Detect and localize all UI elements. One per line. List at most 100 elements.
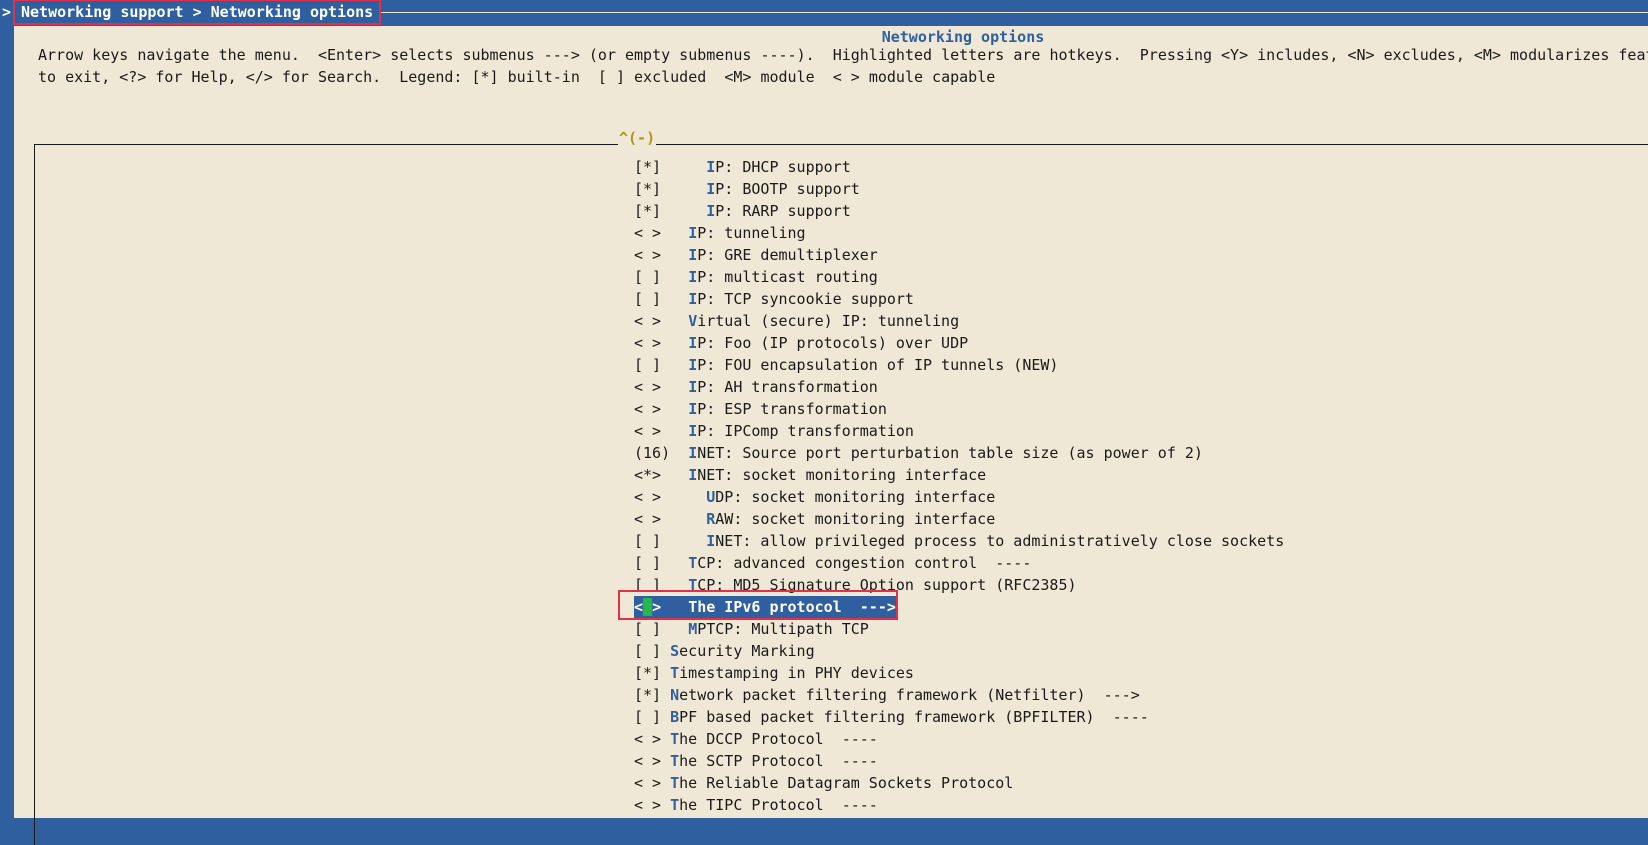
menu-item[interactable]: [*] IP: BOOTP support [634, 178, 1284, 200]
menu-item[interactable]: < > IP: Foo (IP protocols) over UDP [634, 332, 1284, 354]
option-state[interactable]: [ ] [634, 708, 661, 726]
option-state[interactable]: [ ] [634, 268, 661, 286]
option-indent [661, 356, 688, 374]
menu-item[interactable]: [*] Timestamping in PHY devices [634, 662, 1284, 684]
option-label: P: Foo (IP protocols) over UDP [697, 334, 969, 352]
option-state[interactable]: < > [634, 378, 661, 396]
option-indent [661, 488, 706, 506]
option-label: P: AH transformation [697, 378, 878, 396]
option-label: PF based packet filtering framework (BPF… [679, 708, 1149, 726]
menu-item[interactable]: < > RAW: socket monitoring interface [634, 508, 1284, 530]
hotkey-letter: T [670, 730, 680, 748]
option-indent [661, 290, 688, 308]
option-state[interactable]: [*] [634, 158, 661, 176]
option-state[interactable]: [*] [634, 664, 661, 682]
menu-item[interactable]: [ ] IP: FOU encapsulation of IP tunnels … [634, 354, 1284, 376]
hotkey-letter: I [688, 400, 698, 418]
option-state[interactable]: [ ] [634, 356, 661, 374]
option-indent [661, 312, 688, 330]
option-label: CP: MD5 Signature Option support (RFC238… [697, 576, 1077, 594]
option-indent [661, 224, 688, 242]
hotkey-letter: I [688, 290, 698, 308]
option-state[interactable]: (16) [634, 444, 670, 462]
option-state[interactable]: <*> [634, 466, 661, 484]
option-indent [661, 532, 706, 550]
menu-item[interactable]: < > IP: ESP transformation [634, 398, 1284, 420]
option-state[interactable]: [ ] [634, 290, 661, 308]
option-state[interactable]: [ ] [634, 642, 661, 660]
menu-item[interactable]: [ ] TCP: advanced congestion control ---… [634, 552, 1284, 574]
menu-item[interactable]: [ ] INET: allow privileged process to ad… [634, 530, 1284, 552]
option-state[interactable]: < > [634, 400, 661, 418]
help-line-2: to exit, <?> for Help, </> for Search. L… [38, 68, 996, 86]
option-label: he DCCP Protocol ---- [679, 730, 878, 748]
menu-item[interactable]: [*] IP: RARP support [634, 200, 1284, 222]
menu-item[interactable]: < > Virtual (secure) IP: tunneling [634, 310, 1284, 332]
option-label: P: ESP transformation [697, 400, 887, 418]
option-indent [670, 444, 688, 462]
option-state[interactable]: < > [634, 312, 661, 330]
menu-list: [*] IP: DHCP support [*] IP: BOOTP suppor… [634, 156, 1284, 816]
option-state[interactable]: [ ] [634, 620, 661, 638]
option-state[interactable]: [*] [634, 686, 661, 704]
hotkey-letter: I [688, 356, 698, 374]
option-label: P: IPComp transformation [697, 422, 914, 440]
option-label: irtual (secure) IP: tunneling [697, 312, 960, 330]
scroll-up-indicator[interactable]: ^(-) [618, 128, 657, 148]
menu-item[interactable]: < > The TIPC Protocol ---- [634, 794, 1284, 816]
option-state[interactable]: < > [634, 224, 661, 242]
option-indent [661, 686, 670, 704]
hotkey-letter: I [688, 444, 698, 462]
option-state[interactable]: [*] [634, 202, 661, 220]
menu-item[interactable]: < > IP: GRE demultiplexer [634, 244, 1284, 266]
option-indent [661, 576, 688, 594]
option-indent [661, 334, 688, 352]
option-label: NET: socket monitoring interface [697, 466, 987, 484]
menu-item[interactable]: < > The Reliable Datagram Sockets Protoc… [634, 772, 1284, 794]
option-state[interactable]: < > [634, 598, 661, 616]
hotkey-letter: S [670, 642, 680, 660]
menu-item[interactable]: [ ] Security Marking [634, 640, 1284, 662]
menu-item[interactable]: [ ] MPTCP: Multipath TCP [634, 618, 1284, 640]
option-state[interactable]: < > [634, 752, 661, 770]
menu-item[interactable]: < > The SCTP Protocol ---- [634, 750, 1284, 772]
menu-item[interactable]: (16) INET: Source port perturbation tabl… [634, 442, 1284, 464]
option-indent [661, 620, 688, 638]
hotkey-letter: I [688, 268, 698, 286]
option-state[interactable]: [*] [634, 180, 661, 198]
hotkey-letter: B [670, 708, 680, 726]
option-state[interactable]: [ ] [634, 576, 661, 594]
option-state[interactable]: < > [634, 422, 661, 440]
option-indent [661, 202, 706, 220]
option-state[interactable]: [ ] [634, 554, 661, 572]
hotkey-letter: T [688, 598, 698, 616]
menu-item[interactable]: < > IP: IPComp transformation [634, 420, 1284, 442]
menu-item[interactable]: < > IP: AH transformation [634, 376, 1284, 398]
option-indent [661, 796, 670, 814]
title-rule [380, 12, 1648, 13]
menu-item[interactable]: [ ] BPF based packet filtering framework… [634, 706, 1284, 728]
menu-item[interactable]: [*] Network packet filtering framework (… [634, 684, 1284, 706]
menu-item-selected[interactable]: < > The IPv6 protocol ---> [634, 596, 898, 618]
option-state[interactable]: < > [634, 334, 661, 352]
hotkey-letter: I [706, 180, 716, 198]
option-state[interactable]: [ ] [634, 532, 661, 550]
option-indent [661, 378, 688, 396]
option-label: NET: allow privileged process to adminis… [715, 532, 1285, 550]
option-state[interactable]: < > [634, 246, 661, 264]
option-label: PTCP: Multipath TCP [697, 620, 869, 638]
menu-item[interactable]: [ ] IP: multicast routing [634, 266, 1284, 288]
menu-item[interactable]: < > IP: tunneling [634, 222, 1284, 244]
option-state[interactable]: < > [634, 796, 661, 814]
menu-item[interactable]: [ ] IP: TCP syncookie support [634, 288, 1284, 310]
menu-item[interactable]: [ ] TCP: MD5 Signature Option support (R… [634, 574, 1284, 596]
option-state[interactable]: < > [634, 730, 661, 748]
option-state[interactable]: < > [634, 488, 661, 506]
menu-item[interactable]: <*> INET: socket monitoring interface [634, 464, 1284, 486]
option-state[interactable]: < > [634, 774, 661, 792]
hotkey-letter: T [670, 796, 680, 814]
menu-item[interactable]: < > The DCCP Protocol ---- [634, 728, 1284, 750]
menu-item[interactable]: < > UDP: socket monitoring interface [634, 486, 1284, 508]
menu-item[interactable]: [*] IP: DHCP support [634, 156, 1284, 178]
option-state[interactable]: < > [634, 510, 661, 528]
